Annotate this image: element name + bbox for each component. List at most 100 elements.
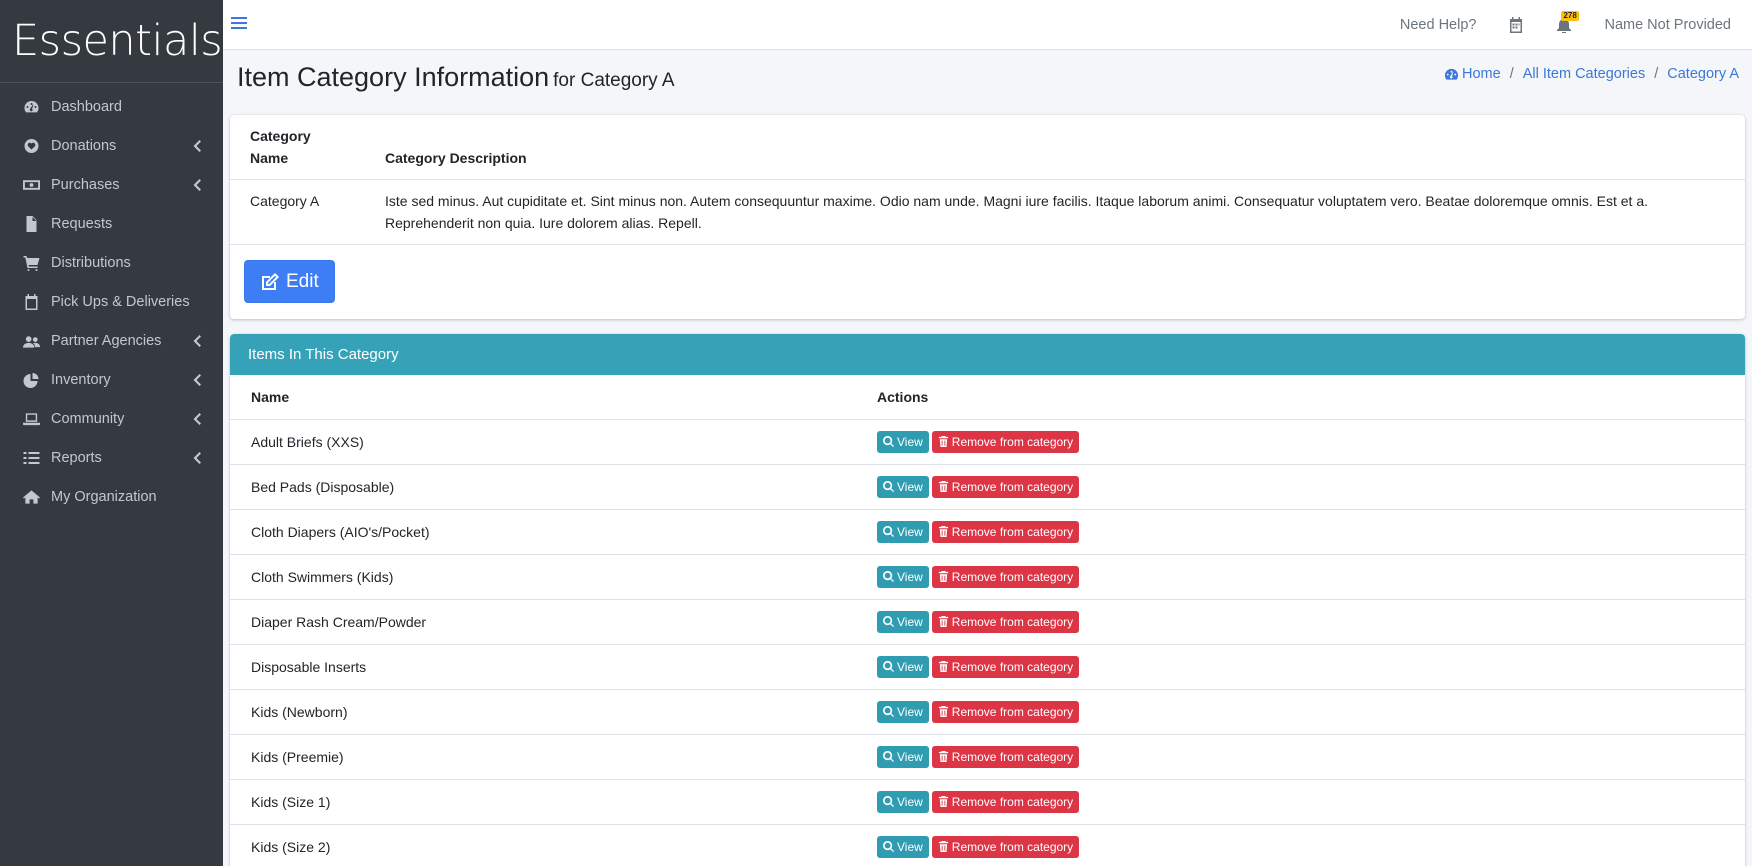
search-icon — [883, 481, 897, 492]
users-icon — [22, 333, 40, 349]
item-actions: View Remove from category — [856, 779, 1745, 825]
table-row: Diaper Rash Cream/Powder View Remove from … — [230, 599, 1745, 645]
edit-button-label: Edit — [286, 270, 319, 292]
view-button[interactable]: View — [877, 835, 929, 858]
search-icon — [883, 751, 897, 762]
view-button-label: View — [897, 749, 923, 764]
sidebar-item-label: Reports — [51, 449, 102, 466]
remove-from-category-button[interactable]: Remove from category — [931, 475, 1080, 498]
item-name: Bed Pads (Disposable) — [230, 464, 856, 510]
remove-from-category-button[interactable]: Remove from category — [931, 520, 1080, 543]
sidebar-item-my-organization[interactable]: My Organization — [0, 477, 223, 516]
breadcrumb-separator: / — [1654, 66, 1659, 82]
sidebar-nav: Dashboard Donations Purchases Requests D… — [0, 83, 223, 516]
column-header-category-description: Category Description — [365, 115, 1745, 180]
remove-from-category-button[interactable]: Remove from category — [931, 790, 1080, 813]
sidebar-item-distributions[interactable]: Distributions — [0, 243, 223, 282]
item-name: Kids (Newborn) — [230, 689, 856, 735]
edit-button[interactable]: Edit — [244, 260, 335, 303]
view-button-label: View — [897, 659, 923, 674]
view-button[interactable]: View — [877, 475, 929, 498]
brand-name: Essentials — [12, 16, 223, 66]
calendar-icon — [22, 293, 40, 310]
calendar-icon[interactable] — [1508, 17, 1524, 33]
category-info-card: Category Name Category Description Categ… — [230, 115, 1745, 319]
category-name: Category A — [230, 179, 365, 245]
item-actions: View Remove from category — [856, 599, 1745, 645]
user-menu[interactable]: Name Not Provided — [1588, 17, 1752, 33]
need-help-link[interactable]: Need Help? — [1384, 17, 1493, 33]
remove-button-label: Remove from category — [951, 704, 1074, 719]
trash-icon — [938, 706, 952, 717]
dashboard-icon — [22, 99, 40, 115]
remove-button-label: Remove from category — [951, 434, 1074, 449]
sidebar-item-reports[interactable]: Reports — [0, 438, 223, 477]
search-icon — [883, 706, 897, 717]
view-button[interactable]: View — [877, 790, 929, 813]
trash-icon — [938, 841, 952, 852]
sidebar-item-label: Partner Agencies — [51, 332, 162, 349]
page-title: Item Category Information for Category A — [237, 62, 675, 93]
menu-toggle-icon[interactable] — [231, 15, 247, 31]
view-button[interactable]: View — [877, 610, 929, 633]
laptop-icon — [22, 411, 40, 427]
sidebar-item-dashboard[interactable]: Dashboard — [0, 87, 223, 126]
trash-icon — [938, 481, 952, 492]
column-header-name: Name — [230, 375, 856, 420]
file-icon — [22, 215, 40, 232]
breadcrumb-home[interactable]: Home — [1444, 66, 1501, 82]
table-header-row: Category Name Category Description — [230, 115, 1745, 180]
sidebar-item-purchases[interactable]: Purchases — [0, 165, 223, 204]
search-icon — [883, 526, 897, 537]
item-name: Cloth Diapers (AIO's/Pocket) — [230, 509, 856, 555]
item-actions: View Remove from category — [856, 419, 1745, 465]
sidebar-item-label: My Organization — [51, 488, 157, 505]
breadcrumb-all-item-categories[interactable]: All Item Categories — [1523, 66, 1646, 82]
remove-button-label: Remove from category — [951, 794, 1074, 809]
remove-from-category-button[interactable]: Remove from category — [931, 430, 1080, 453]
remove-button-label: Remove from category — [951, 524, 1074, 539]
view-button[interactable]: View — [877, 565, 929, 588]
remove-from-category-button[interactable]: Remove from category — [931, 655, 1080, 678]
home-icon — [22, 489, 40, 505]
sidebar-item-partner-agencies[interactable]: Partner Agencies — [0, 321, 223, 360]
item-actions: View Remove from category — [856, 644, 1745, 690]
items-table: Name Actions Adult Briefs (XXS) View Remov… — [230, 375, 1745, 866]
breadcrumb-current[interactable]: Category A — [1667, 66, 1739, 82]
table-row: Kids (Size 2) View Remove from category — [230, 824, 1745, 866]
trash-icon — [938, 571, 952, 582]
sidebar-item-community[interactable]: Community — [0, 399, 223, 438]
view-button[interactable]: View — [877, 700, 929, 723]
sidebar-item-donations[interactable]: Donations — [0, 126, 223, 165]
chevron-left-icon — [193, 334, 201, 347]
view-button[interactable]: View — [877, 430, 929, 453]
page-title-text: Item Category Information — [237, 62, 550, 92]
breadcrumb-home-label: Home — [1462, 66, 1501, 82]
brand-logo[interactable]: Essentials — [0, 0, 223, 83]
column-header-category-name: Category Name — [230, 115, 365, 180]
remove-button-label: Remove from category — [951, 839, 1074, 854]
item-actions: View Remove from category — [856, 734, 1745, 780]
remove-from-category-button[interactable]: Remove from category — [931, 610, 1080, 633]
view-button[interactable]: View — [877, 655, 929, 678]
view-button-label: View — [897, 704, 923, 719]
view-button[interactable]: View — [877, 745, 929, 768]
items-card: Items In This Category Name Actions Adul… — [230, 334, 1745, 866]
remove-from-category-button[interactable]: Remove from category — [931, 700, 1080, 723]
sidebar-item-requests[interactable]: Requests — [0, 204, 223, 243]
chevron-left-icon — [193, 412, 201, 425]
remove-from-category-button[interactable]: Remove from category — [931, 835, 1080, 858]
table-row: Disposable Inserts View Remove from catego… — [230, 644, 1745, 690]
trash-icon — [938, 796, 952, 807]
item-name: Cloth Swimmers (Kids) — [230, 554, 856, 600]
items-card-header: Items In This Category — [230, 334, 1745, 375]
remove-from-category-button[interactable]: Remove from category — [931, 565, 1080, 588]
sidebar-item-pick-ups[interactable]: Pick Ups & Deliveries — [0, 282, 223, 321]
remove-button-label: Remove from category — [951, 749, 1074, 764]
table-header-row: Name Actions — [230, 375, 1745, 420]
bell-icon[interactable]: 278 — [1556, 11, 1579, 34]
sidebar-item-inventory[interactable]: Inventory — [0, 360, 223, 399]
view-button[interactable]: View — [877, 520, 929, 543]
remove-from-category-button[interactable]: Remove from category — [931, 745, 1080, 768]
sidebar-item-label: Dashboard — [51, 98, 122, 115]
